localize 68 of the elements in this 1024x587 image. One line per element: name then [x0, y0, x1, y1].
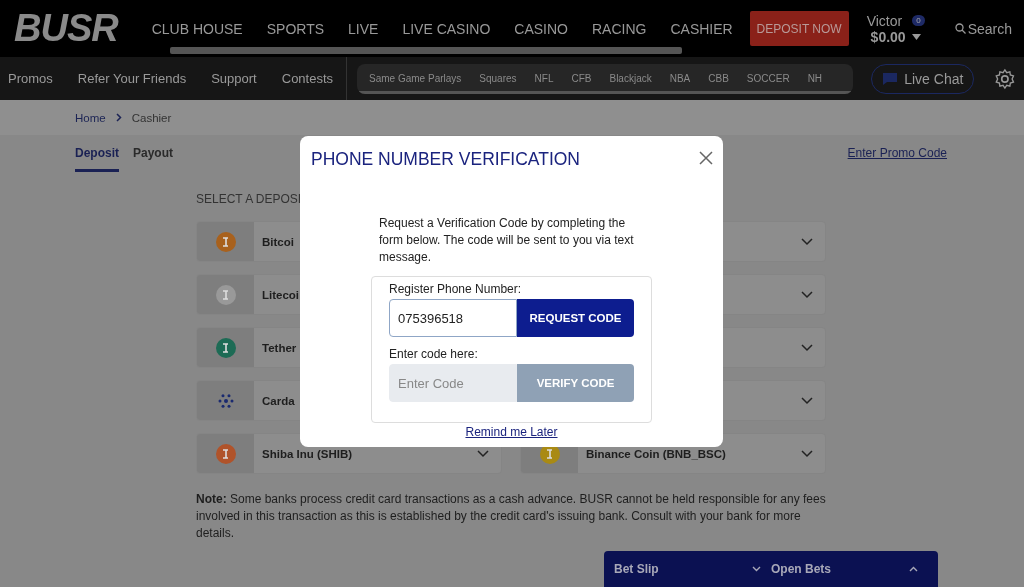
tab[interactable]: Payout: [133, 146, 174, 172]
chevron-down-icon: [801, 343, 813, 352]
subnav-link[interactable]: Contests: [281, 71, 334, 86]
chevron-down-icon: [752, 566, 761, 572]
payment-method-name: Litecoi: [262, 288, 300, 301]
tab[interactable]: Deposit: [75, 146, 119, 172]
nav-link[interactable]: CLUB HOUSE: [151, 20, 243, 37]
bet-slip-tab[interactable]: Open Bets: [771, 562, 928, 576]
dialog-instructions: Request a Verification Code by completing the form below. The code will be sent to you via text message.: [379, 215, 635, 266]
chevron-down-icon: [801, 290, 813, 299]
balance: $0.00: [870, 28, 906, 45]
notification-badge: 0: [912, 15, 925, 26]
payment-method-name: Tether: [262, 341, 297, 354]
nav-link[interactable]: LIVE CASINO: [402, 20, 491, 37]
user-name: Victor: [866, 12, 903, 29]
request-code-button[interactable]: REQUEST CODE: [517, 299, 634, 337]
sport-chip[interactable]: Squares: [479, 73, 517, 84]
busr-logo[interactable]: BUSR: [14, 7, 118, 50]
chat-bubble-icon: [882, 71, 899, 86]
subnav-link[interactable]: Support: [211, 71, 257, 86]
sport-chip[interactable]: NBA: [669, 73, 691, 84]
shiba-icon: [215, 443, 236, 464]
payment-method-name: Shiba Inu (SHIB): [262, 447, 353, 460]
close-button[interactable]: [698, 151, 714, 167]
breadcrumb-current: Cashier: [131, 111, 172, 124]
payment-method-name: Bitcoi: [262, 235, 294, 248]
nav-link[interactable]: SPORTS: [266, 20, 325, 37]
chevron-right-icon: [115, 113, 122, 122]
nav-link[interactable]: CASHIER: [670, 20, 733, 37]
sport-chip[interactable]: SOCCER: [746, 73, 790, 84]
payment-method-name: Carda: [262, 394, 295, 407]
nav-link[interactable]: CASINO: [514, 20, 568, 37]
cardano-icon: [216, 391, 235, 410]
nav-link[interactable]: LIVE: [348, 20, 379, 37]
litecoin-icon: [215, 284, 236, 305]
subnav-link[interactable]: Promos: [8, 71, 53, 86]
search-link[interactable]: Search: [954, 20, 1012, 37]
phone-number-field[interactable]: 075396518: [389, 299, 517, 337]
chevron-down-icon: [801, 396, 813, 405]
note-text: Note: Some banks process credit card transactions as a cash advance. BUSR cannot be held responsible for any fees involved in this transaction as this is established by the credit card's issuing bank. Consult with your bank for more details.: [196, 491, 826, 542]
field-label: Enter code here:: [389, 347, 479, 361]
sport-chip[interactable]: NH: [807, 73, 823, 84]
search-icon: [954, 23, 966, 34]
section-title: SELECT A DEPOSI: [196, 192, 302, 206]
sport-chip[interactable]: Blackjack: [609, 73, 652, 84]
deposit-now-button[interactable]: DEPOSIT NOW: [749, 11, 849, 46]
bitcoin-icon: [215, 231, 236, 252]
payment-method-name: Binance Coin (BNB_BSC): [586, 447, 726, 460]
chevron-down-icon: [801, 449, 813, 458]
subnav-link[interactable]: Refer Your Friends: [77, 71, 187, 86]
sport-chip[interactable]: CBB: [708, 73, 729, 84]
nav-link[interactable]: RACING: [592, 20, 647, 37]
tether-icon: [215, 337, 236, 358]
scrollbar[interactable]: [170, 47, 682, 54]
settings-icon[interactable]: [994, 67, 1016, 90]
sport-chip[interactable]: NFL: [534, 73, 554, 84]
code-field[interactable]: Enter Code: [389, 364, 517, 402]
dialog-title: PHONE NUMBER VERIFICATION: [311, 149, 580, 170]
bet-slip-tab[interactable]: Bet Slip: [614, 562, 771, 576]
chevron-down-icon: [801, 237, 813, 246]
field-label: Register Phone Number:: [389, 282, 523, 296]
sport-chip[interactable]: CFB: [571, 73, 592, 84]
breadcrumb-link[interactable]: Home: [75, 111, 106, 124]
enter-promo-code-link[interactable]: Enter Promo Code: [847, 146, 947, 160]
chevron-down-icon: [477, 449, 489, 458]
chevron-up-icon: [909, 566, 918, 572]
caret-icon[interactable]: [911, 33, 921, 40]
sport-chip[interactable]: Same Game Parlays: [369, 73, 462, 84]
